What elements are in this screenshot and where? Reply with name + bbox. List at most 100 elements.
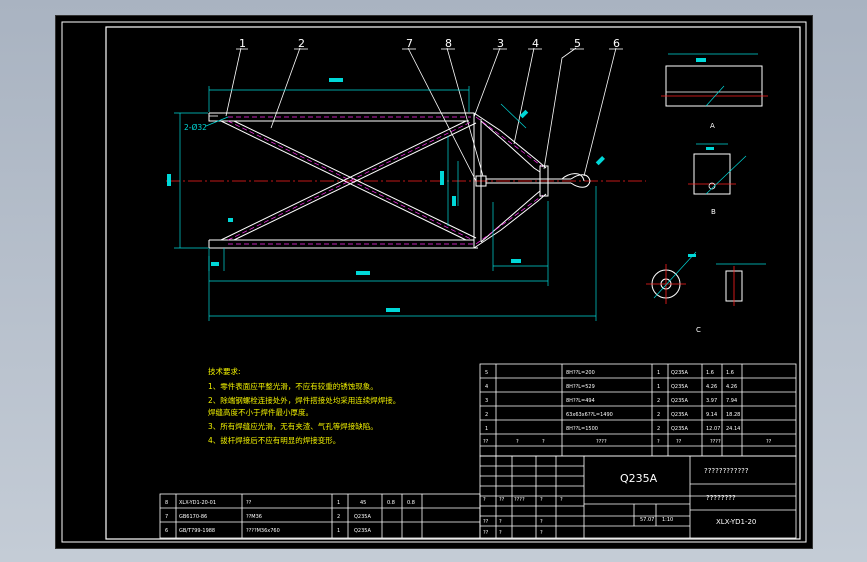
svg-text:GB/T799-1988: GB/T799-1988 <box>179 528 215 534</box>
callout-8: 8 <box>445 37 452 50</box>
svg-text:1: 1 <box>657 384 660 390</box>
svg-text:??M36: ??M36 <box>246 514 262 520</box>
svg-text:?: ? <box>542 439 545 445</box>
tech-req-item: 2、除端钢螺栓连接处外，焊件搭接处均采用连续焊焊接。 <box>208 395 400 405</box>
view-b-label: B <box>711 208 716 216</box>
svg-text:GB6170-86: GB6170-86 <box>179 514 207 520</box>
table-row: 8 XLX-YD1-20-01 ?? 1 45 0.8 0.8 <box>165 500 415 506</box>
table-row: 6 GB/T799-1988 ????M36x760 1 Q235A <box>165 528 371 534</box>
svg-text:2: 2 <box>657 426 660 432</box>
callout-numbers: 1 2 7 8 3 4 5 6 <box>236 37 623 50</box>
svg-text:??: ?? <box>499 497 505 503</box>
svg-text:45: 45 <box>360 500 366 506</box>
svg-text:6: 6 <box>165 528 168 534</box>
svg-text:0.8: 0.8 <box>407 500 415 506</box>
tech-req-item: 3、所有焊缝应光滑，无有夹渣、气孔等焊接缺陷。 <box>208 421 378 431</box>
svg-text:4: 4 <box>485 384 488 390</box>
svg-text:8: 8 <box>165 500 168 506</box>
svg-text:1: 1 <box>337 500 340 506</box>
callout-4: 4 <box>532 37 539 50</box>
drawing-viewport[interactable]: 1 2 7 8 3 4 5 6 2-Ø32 A B C 技术要求: 1、零件表面… <box>55 15 813 549</box>
svg-text:Q235A: Q235A <box>354 514 371 520</box>
svg-text:?: ? <box>483 497 486 503</box>
svg-text:24.14: 24.14 <box>726 426 740 432</box>
drawing-no-label: XLX-YD1-20 <box>716 518 756 526</box>
tech-req-item: 焊缝高度不小于焊件最小厚度。 <box>208 407 313 417</box>
svg-text:?: ? <box>540 530 543 536</box>
svg-text:??: ?? <box>246 500 252 506</box>
callout-6: 6 <box>613 37 620 50</box>
view-c-label: C <box>696 326 701 334</box>
svg-text:?: ? <box>540 519 543 525</box>
svg-text:?: ? <box>657 439 660 445</box>
svg-text:18.28: 18.28 <box>726 412 740 418</box>
svg-text:0.8: 0.8 <box>387 500 395 506</box>
svg-text:Q235A: Q235A <box>354 528 371 534</box>
svg-text:Q235A: Q235A <box>671 384 688 390</box>
table-row: 7 GB6170-86 ??M36 2 Q235A <box>165 514 371 520</box>
svg-text:8H??L=1500: 8H??L=1500 <box>566 426 598 432</box>
callout-leaders <box>225 47 617 182</box>
svg-text:?: ? <box>560 497 563 503</box>
callout-7: 7 <box>406 37 413 50</box>
callout-5: 5 <box>574 37 581 50</box>
svg-text:1.6: 1.6 <box>706 370 714 376</box>
svg-text:XLX-YD1-20-01: XLX-YD1-20-01 <box>179 500 216 506</box>
company-label: ???????????? <box>704 467 749 475</box>
svg-text:2: 2 <box>657 412 660 418</box>
svg-text:Q235A: Q235A <box>671 398 688 404</box>
tech-req-item: 1、零件表面应平整光滑，不应有较重的锈蚀现象。 <box>208 381 378 391</box>
main-view <box>166 112 646 249</box>
outer-border <box>61 21 807 543</box>
svg-text:????: ???? <box>596 439 607 445</box>
svg-text:8H??L=200: 8H??L=200 <box>566 370 595 376</box>
view-c: C <box>646 251 766 334</box>
svg-text:Q235A: Q235A <box>671 370 688 376</box>
svg-text:63x63x6??L=1490: 63x63x6??L=1490 <box>566 412 613 418</box>
table-row: 4 8H??L=529 1 Q235A 4.26 4.26 <box>485 384 737 390</box>
svg-text:?: ? <box>516 439 519 445</box>
svg-text:??: ?? <box>483 439 489 445</box>
svg-text:??: ?? <box>483 530 489 536</box>
svg-text:3.97: 3.97 <box>706 398 717 404</box>
table-header-row: ?? ? ? ???? ? ?? ???? ?? <box>483 439 772 445</box>
callout-1: 1 <box>239 37 246 50</box>
tech-requirements: 技术要求: 1、零件表面应平整光滑，不应有较重的锈蚀现象。 2、除端钢螺栓连接处… <box>208 366 400 445</box>
svg-text:7: 7 <box>165 514 168 520</box>
drawing-frame <box>105 26 801 540</box>
tech-req-title: 技术要求: <box>208 366 241 376</box>
svg-text:Q235A: Q235A <box>671 412 688 418</box>
svg-text:4.26: 4.26 <box>706 384 717 390</box>
callout-2: 2 <box>298 37 305 50</box>
callout-3: 3 <box>497 37 504 50</box>
view-b: B <box>688 143 747 216</box>
view-a: A <box>661 53 768 130</box>
svg-text:Q235A: Q235A <box>671 426 688 432</box>
parts-rows-left: 8 XLX-YD1-20-01 ?? 1 45 0.8 0.8 7 GB6170… <box>165 500 415 534</box>
scale-label: 1:10 <box>662 517 673 523</box>
cad-drawing: 1 2 7 8 3 4 5 6 2-Ø32 A B C 技术要求: 1、零件表面… <box>61 21 807 543</box>
svg-text:????M36x760: ????M36x760 <box>246 528 280 534</box>
svg-text:?: ? <box>499 519 502 525</box>
svg-text:?: ? <box>540 497 543 503</box>
svg-text:9.14: 9.14 <box>706 412 717 418</box>
parts-list-right <box>479 363 797 457</box>
table-row: 3 8H??L=494 2 Q235A 3.97 7.94 <box>485 398 737 404</box>
svg-text:5: 5 <box>485 370 488 376</box>
svg-text:1: 1 <box>337 528 340 534</box>
svg-text:1: 1 <box>485 426 488 432</box>
svg-text:?: ? <box>499 530 502 536</box>
svg-text:2: 2 <box>337 514 340 520</box>
mass-label: 57.07 <box>640 517 654 523</box>
svg-text:????: ???? <box>710 439 721 445</box>
drawing-name-label: ???????? <box>706 494 736 502</box>
view-a-label: A <box>710 122 715 130</box>
svg-text:8H??L=494: 8H??L=494 <box>566 398 595 404</box>
svg-text:7.94: 7.94 <box>726 398 737 404</box>
svg-text:2: 2 <box>485 412 488 418</box>
svg-text:1: 1 <box>657 370 660 376</box>
svg-text:8H??L=529: 8H??L=529 <box>566 384 595 390</box>
material-label: Q235A <box>620 472 658 485</box>
svg-text:12.07: 12.07 <box>706 426 720 432</box>
tech-req-item: 4、拔杆焊接后不应有明显的焊接变形。 <box>208 435 340 445</box>
